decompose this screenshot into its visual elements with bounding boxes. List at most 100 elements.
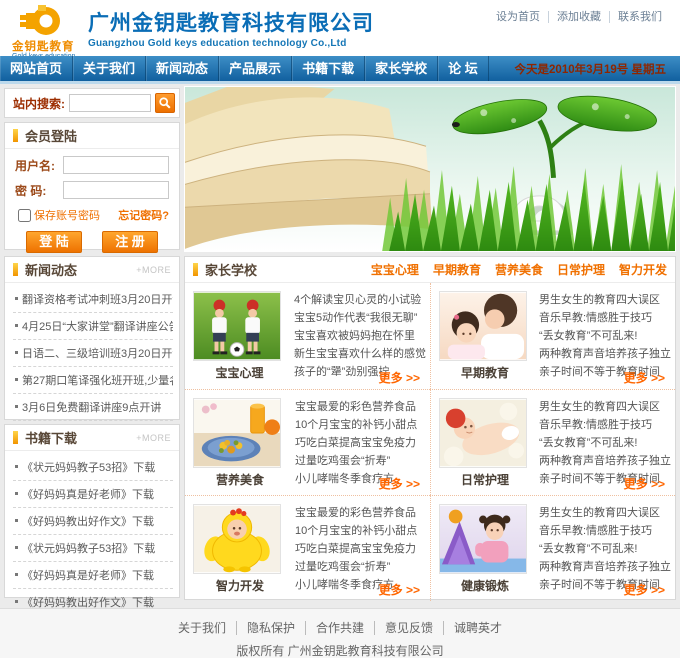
article-category[interactable]: 日常护理 bbox=[439, 471, 531, 488]
books-more-link[interactable]: +MORE bbox=[136, 433, 171, 443]
baby-red-hat-image[interactable] bbox=[439, 398, 527, 468]
news-title: 新闻动态 bbox=[25, 260, 77, 279]
login-panel-header: 会员登陆 bbox=[5, 123, 179, 149]
footer-link-privacy[interactable]: 隐私保护 bbox=[236, 621, 305, 635]
forgot-password-link[interactable]: 忘记密码? bbox=[118, 207, 169, 223]
mother-child-image[interactable] bbox=[439, 291, 527, 361]
content-area: 站内搜索: 会员登陆 用户名: 密 码: bbox=[0, 84, 680, 608]
article-link[interactable]: 10个月宝宝的补钙小甜点 bbox=[295, 416, 426, 434]
news-item[interactable]: 日语二、三级培训班3月20日开课 bbox=[13, 340, 173, 367]
nav-news[interactable]: 新闻动态 bbox=[146, 56, 219, 81]
more-link[interactable]: 更多 >> bbox=[624, 581, 665, 598]
article-link[interactable]: 新生宝宝喜欢什么样的感觉 bbox=[294, 345, 426, 363]
news-more-link[interactable]: +MORE bbox=[136, 265, 171, 275]
article-link[interactable]: 10个月宝宝的补钙小甜点 bbox=[295, 522, 426, 540]
article-link[interactable]: 宝宝最爱的彩色营养食品 bbox=[295, 504, 426, 522]
nav-about[interactable]: 关于我们 bbox=[73, 56, 146, 81]
username-label: 用户名: bbox=[15, 157, 63, 174]
category-link-nutrition[interactable]: 营养美食 bbox=[495, 261, 543, 278]
more-link[interactable]: 更多 >> bbox=[379, 475, 420, 492]
footer-link-feedback[interactable]: 意见反馈 bbox=[374, 621, 443, 635]
article-link[interactable]: 音乐早教:情感胜于技巧 bbox=[539, 522, 671, 540]
search-button[interactable] bbox=[155, 93, 175, 113]
more-link[interactable]: 更多 >> bbox=[379, 369, 420, 386]
footer-link-cooperation[interactable]: 合作共建 bbox=[305, 621, 374, 635]
remember-checkbox[interactable] bbox=[18, 209, 31, 222]
article-link[interactable]: 宝宝最爱的彩色营养食品 bbox=[295, 398, 426, 416]
footer-link-jobs[interactable]: 诚聘英才 bbox=[443, 621, 512, 635]
password-field[interactable] bbox=[63, 181, 169, 199]
news-item[interactable]: 翻译资格考试冲刺班3月20日开课 bbox=[13, 286, 173, 313]
article-link[interactable]: 宝宝喜欢被妈妈抱在怀里 bbox=[294, 327, 426, 345]
book-download-item[interactable]: 《状元妈妈教子53招》下载 bbox=[13, 454, 173, 481]
article-link[interactable]: 两种教育声音培养孩子独立 bbox=[539, 558, 671, 576]
food-plate-image[interactable] bbox=[193, 398, 281, 468]
register-button[interactable]: 注 册 bbox=[102, 231, 158, 253]
article-category[interactable]: 营养美食 bbox=[193, 471, 287, 488]
company-name-en: Guangzhou Gold keys education technology… bbox=[88, 38, 374, 49]
article-link[interactable]: “丢女教育”不可乱来! bbox=[539, 434, 671, 452]
article-link[interactable]: 两种教育声音培养孩子独立 bbox=[539, 452, 671, 470]
more-link[interactable]: 更多 >> bbox=[624, 369, 665, 386]
login-button[interactable]: 登 陆 bbox=[26, 231, 82, 253]
news-item[interactable]: 4月25日“大家讲堂”翻译讲座公告 bbox=[13, 313, 173, 340]
category-link-early-edu[interactable]: 早期教育 bbox=[433, 261, 481, 278]
article-link[interactable]: 两种教育声音培养孩子独立 bbox=[539, 345, 671, 363]
book-download-item[interactable]: 《状元妈妈教子53招》下载 bbox=[13, 535, 173, 562]
article-link[interactable]: 巧吃白菜提高宝宝免疫力 bbox=[295, 434, 426, 452]
nav-products[interactable]: 产品展示 bbox=[219, 56, 292, 81]
news-item[interactable]: 第27期口笔译强化班开班,少量名额插班 bbox=[13, 367, 173, 394]
baby-chick-costume-image[interactable] bbox=[193, 504, 281, 574]
article-link[interactable]: 男生女生的教育四大误区 bbox=[539, 504, 671, 522]
hero-banner-image: e e bbox=[184, 86, 676, 252]
article-link[interactable]: 音乐早教:情感胜于技巧 bbox=[539, 416, 671, 434]
more-link[interactable]: 更多 >> bbox=[379, 581, 420, 598]
article-link[interactable]: “丢女教育”不可乱来! bbox=[539, 327, 671, 345]
soccer-kids-image[interactable] bbox=[193, 291, 281, 361]
category-link-baby-psych[interactable]: 宝宝心理 bbox=[371, 261, 419, 278]
article-link[interactable]: 音乐早教:情感胜于技巧 bbox=[539, 309, 671, 327]
search-label: 站内搜索: bbox=[13, 95, 65, 112]
book-download-item[interactable]: 《好妈妈真是好老师》下载 bbox=[13, 562, 173, 589]
footer-link-about[interactable]: 关于我们 bbox=[168, 621, 236, 635]
book-download-item[interactable]: 《好妈妈教出好作文》下载 bbox=[13, 508, 173, 535]
article-link[interactable]: 过量吃鸡蛋会“折寿” bbox=[295, 558, 426, 576]
article-category[interactable]: 健康锻炼 bbox=[439, 577, 531, 594]
top-utility-links: 设为首页添加收藏联系我们 bbox=[488, 8, 670, 24]
nav-books[interactable]: 书籍下载 bbox=[292, 56, 365, 81]
article-category[interactable]: 智力开发 bbox=[193, 577, 287, 594]
contact-us-link[interactable]: 联系我们 bbox=[609, 11, 670, 23]
article-category[interactable]: 早期教育 bbox=[439, 364, 531, 381]
article-category[interactable]: 宝宝心理 bbox=[193, 364, 286, 381]
toddler-toys-image[interactable] bbox=[439, 504, 527, 574]
category-link-intelligence[interactable]: 智力开发 bbox=[619, 261, 667, 278]
article-link[interactable]: 男生女生的教育四大误区 bbox=[539, 291, 671, 309]
article-thumb-column: 日常护理 bbox=[439, 398, 531, 493]
login-title: 会员登陆 bbox=[25, 126, 77, 145]
article-thumb-column: 早期教育 bbox=[439, 291, 531, 387]
article-link[interactable]: 男生女生的教育四大误区 bbox=[539, 398, 671, 416]
search-input[interactable] bbox=[69, 94, 151, 112]
article-link[interactable]: 宝宝5动作代表“我很无聊” bbox=[294, 309, 426, 327]
article-link[interactable]: “丢女教育”不可乱来! bbox=[539, 540, 671, 558]
section-bar-icon bbox=[13, 263, 18, 276]
book-download-item[interactable]: 《好妈妈真是好老师》下载 bbox=[13, 481, 173, 508]
article-thumb-column: 健康锻炼 bbox=[439, 504, 531, 599]
article-link[interactable]: 巧吃白菜提高宝宝免疫力 bbox=[295, 540, 426, 558]
company-title-block: 广州金钥匙教育科技有限公司 Guangzhou Gold keys educat… bbox=[88, 13, 374, 49]
category-link-daily-care[interactable]: 日常护理 bbox=[557, 261, 605, 278]
nav-home[interactable]: 网站首页 bbox=[0, 56, 73, 81]
set-homepage-link[interactable]: 设为首页 bbox=[488, 11, 548, 23]
nav-parent-school[interactable]: 家长学校 bbox=[365, 56, 438, 81]
book-download-panel: 书籍下载 +MORE 《状元妈妈教子53招》下载 《好妈妈真是好老师》下载 《好… bbox=[4, 424, 180, 598]
more-link[interactable]: 更多 >> bbox=[624, 475, 665, 492]
article-link[interactable]: 4个解读宝贝心灵的小试验 bbox=[294, 291, 426, 309]
username-field[interactable] bbox=[63, 156, 169, 174]
article-link[interactable]: 过量吃鸡蛋会“折寿” bbox=[295, 452, 426, 470]
add-favorite-link[interactable]: 添加收藏 bbox=[548, 11, 609, 23]
nav-forum[interactable]: 论 坛 bbox=[438, 56, 489, 81]
news-item[interactable]: 3月6日免费翻译讲座9点开讲 bbox=[13, 394, 173, 421]
article-card-baby-psych: 宝宝心理 4个解读宝贝心灵的小试验 宝宝5动作代表“我很无聊” 宝宝喜欢被妈妈抱… bbox=[185, 283, 430, 389]
password-label: 密 码: bbox=[15, 182, 63, 199]
remember-label[interactable]: 保存账号密码 bbox=[34, 207, 100, 223]
